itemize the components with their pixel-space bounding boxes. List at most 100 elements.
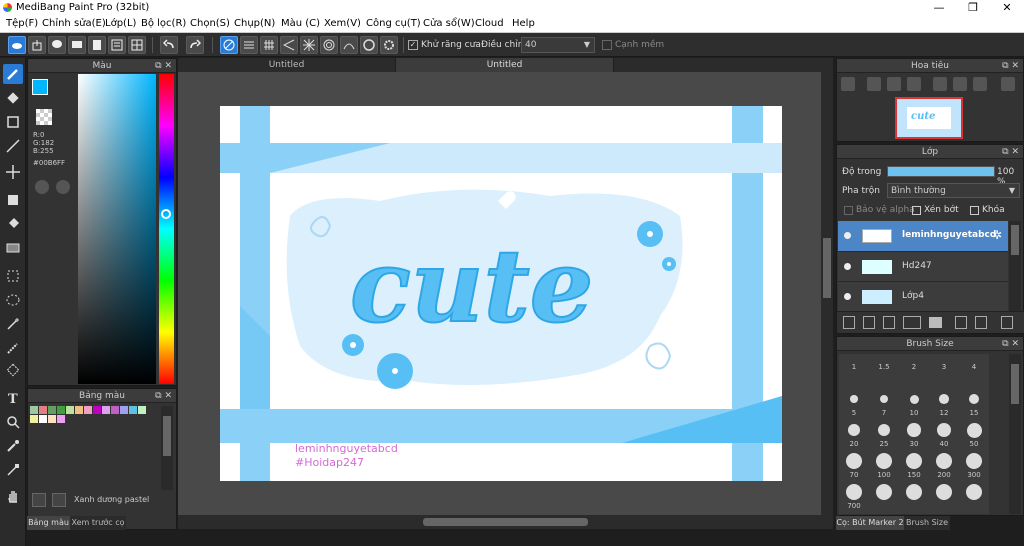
brush-size-option[interactable]: 100 [869,447,899,479]
brush-size-option[interactable]: 25 [869,416,899,448]
select-pen-icon[interactable] [3,338,23,358]
tab-untitled-2[interactable]: Untitled [396,58,614,72]
undo-icon[interactable] [160,36,178,54]
palette-swatch[interactable] [75,406,83,414]
menu-cloud[interactable]: Cloud [475,18,504,29]
trash-icon[interactable] [1001,316,1013,329]
brush-size-option[interactable]: 1 [839,354,869,385]
brush-size-option[interactable] [899,478,929,509]
clip-checkbox[interactable] [912,206,921,215]
panel-popout-close-icon[interactable]: ⧉ ✕ [1002,337,1019,351]
tab-brush[interactable]: Cọ: Bút Marker 2 [836,516,904,530]
share-icon[interactable] [28,36,46,54]
concentric-snap-icon[interactable] [320,36,338,54]
bucket-tool-icon[interactable] [3,214,23,234]
line-tool-icon[interactable] [3,136,23,156]
protect-alpha-checkbox[interactable] [844,206,853,215]
menu-view[interactable]: Xem(V) [324,18,361,29]
layer-row[interactable]: Lớp4 [838,281,1008,311]
eraser-tool-icon[interactable] [3,88,23,108]
menu-capture[interactable]: Chụp(N) [234,18,275,29]
menu-tools[interactable]: Công cụ(T) [366,18,421,29]
eye-icon[interactable] [844,293,851,300]
new-layer-icon[interactable] [843,316,855,329]
palette-swatch[interactable] [66,406,74,414]
dropper-tool-icon[interactable] [3,460,23,480]
menu-file[interactable]: Tệp(F) [6,18,38,29]
blend-dropdown[interactable]: Bình thường ▼ [887,183,1020,198]
brush-size-option[interactable]: 2 [899,354,929,385]
zoom-in-icon[interactable] [867,77,881,91]
palette-swatch[interactable] [129,406,137,414]
brush-size-option[interactable]: 12 [929,385,959,417]
delete-palette-icon[interactable] [52,493,66,507]
lasso-tool-icon[interactable] [3,290,23,310]
smooth-edge-checkbox[interactable] [602,40,612,50]
palette-swatch[interactable] [48,406,56,414]
palette-swatch[interactable] [57,406,65,414]
actual-size-icon[interactable] [907,77,921,91]
palette-add-icon[interactable] [56,180,70,194]
rotate-right-icon[interactable] [973,77,987,91]
canvas-viewport[interactable]: cute leminhnguyetabcd #Hoidap247 [178,72,833,515]
panel-popout-close-icon[interactable]: ⧉ ✕ [1002,59,1019,73]
transparent-swatch[interactable] [36,109,52,125]
layer-scrollbar[interactable] [1009,221,1021,311]
menu-window[interactable]: Cửa sổ(W) [423,18,475,29]
brush-size-option[interactable] [929,478,959,509]
navigator-thumbnail[interactable]: cute [895,97,963,139]
palette-swatch[interactable] [93,406,101,414]
duplicate-layer-icon[interactable] [955,316,967,329]
vertical-scrollbar[interactable] [821,72,833,515]
brush-size-option[interactable]: 1.5 [869,354,899,385]
brush-size-option[interactable]: 15 [959,385,989,417]
operation-tool-icon[interactable] [3,412,23,432]
layer-row[interactable]: Hd247 [838,251,1008,281]
magic-wand-icon[interactable] [3,314,23,334]
brush-size-option[interactable]: 20 [839,416,869,448]
palette-swatch[interactable] [39,406,47,414]
gradient-tool-icon[interactable] [3,238,23,258]
hand-tool-icon[interactable] [3,486,23,506]
eyedropper-icon[interactable] [3,436,23,456]
comment-icon[interactable] [48,36,66,54]
antialias-checkbox[interactable]: ✓ [408,40,418,50]
adjust-dropdown[interactable]: 40 ▼ [521,37,595,53]
lock-checkbox[interactable] [970,206,979,215]
minimize-button[interactable]: — [922,0,956,16]
list-icon[interactable] [108,36,126,54]
horizontal-scrollbar[interactable] [178,515,833,529]
new-halftone-layer-icon[interactable] [863,316,875,329]
hue-slider[interactable] [159,74,174,384]
cloud-icon[interactable] [8,36,26,54]
brush-size-option[interactable]: 700 [839,478,869,510]
flip-icon[interactable] [1001,77,1015,91]
eye-icon[interactable] [844,263,851,270]
palette-swatch[interactable] [120,406,128,414]
eye-icon[interactable] [844,232,851,239]
menu-edit[interactable]: Chỉnh sửa(E) [42,18,106,29]
tab-untitled-1[interactable]: Untitled [178,58,396,72]
snap-off-icon[interactable] [220,36,238,54]
brush-size-option[interactable]: 150 [899,447,929,479]
grid-icon[interactable] [128,36,146,54]
radial-snap-icon[interactable] [300,36,318,54]
fit-icon[interactable] [887,77,901,91]
menu-layer[interactable]: Lớp(L) [105,18,136,29]
select-tool-icon[interactable] [3,266,23,286]
menu-select[interactable]: Chọn(S) [190,18,230,29]
saturation-value-picker[interactable] [78,74,156,384]
rectangle-tool-icon[interactable] [3,112,23,132]
tab-brush-preview[interactable]: Xem trước cọ [70,516,126,530]
palette-icon[interactable] [35,180,49,194]
brush-size-option[interactable]: 7 [869,385,899,417]
merge-layer-icon[interactable] [975,316,987,329]
tab-palette[interactable]: Bảng màu [27,516,70,530]
brush-size-option[interactable] [959,478,989,509]
palette-swatch[interactable] [30,406,38,414]
folder-icon[interactable] [929,317,942,328]
message-icon[interactable] [68,36,86,54]
brush-size-option[interactable]: 30 [899,416,929,448]
maximize-button[interactable]: ❐ [956,0,990,16]
opacity-slider[interactable] [887,166,995,177]
